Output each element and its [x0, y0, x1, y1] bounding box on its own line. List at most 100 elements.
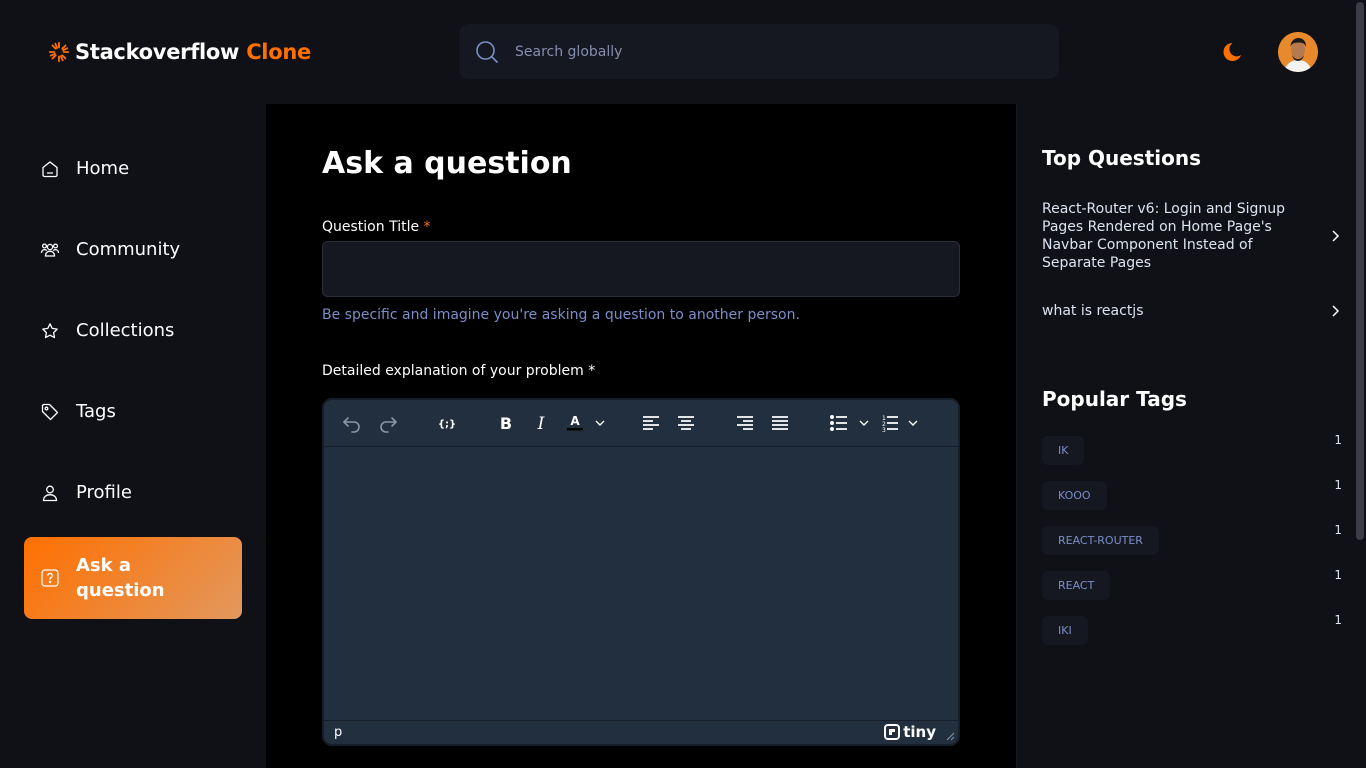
tag-icon	[41, 403, 59, 420]
bullet-list-icon	[830, 415, 869, 431]
text-color-button[interactable]: A	[565, 412, 607, 434]
tag-badge[interactable]: REACT-ROUTER	[1042, 526, 1159, 555]
main-content: Ask a question Question Title * Be speci…	[266, 104, 1016, 768]
left-sidebar: Home Community Collections Tags Profile …	[0, 104, 266, 768]
logo-icon	[48, 41, 70, 63]
editor-element-path[interactable]: p	[334, 725, 342, 740]
italic-button[interactable]: I	[530, 412, 552, 434]
align-left-button[interactable]	[640, 412, 662, 434]
svg-text:B: B	[500, 414, 512, 433]
tag-badge[interactable]: IK	[1042, 436, 1085, 465]
top-navbar: Stackoverflow Clone	[0, 0, 1354, 104]
theme-toggle[interactable]	[1220, 40, 1244, 64]
code-sample-icon: {;}	[438, 419, 456, 430]
undo-icon	[343, 417, 360, 433]
star-icon	[42, 322, 58, 338]
tag-count: 1	[1334, 613, 1342, 627]
tag-badge[interactable]: IKI	[1042, 616, 1088, 645]
rich-text-editor: {;} B I A 1 2 3 p tiny	[322, 398, 960, 746]
question-title-label: Question Title *	[322, 219, 1016, 235]
top-question-text: React-Router v6: Login and Signup Pages …	[1042, 201, 1286, 271]
sidebar-item-label: Tags	[76, 401, 116, 422]
home-icon	[42, 160, 58, 177]
editor-statusbar: p tiny	[324, 720, 958, 744]
bold-icon: B	[500, 414, 512, 433]
page-scrollbar[interactable]	[1354, 0, 1366, 768]
top-question-item[interactable]: React-Router v6: Login and Signup Pages …	[1042, 200, 1342, 272]
svg-text:I: I	[537, 414, 545, 434]
sidebar-item-tags[interactable]: Tags	[24, 371, 242, 452]
svg-text:3: 3	[882, 427, 886, 434]
required-mark: *	[423, 219, 431, 235]
sidebar-item-community[interactable]: Community	[24, 209, 242, 290]
logo[interactable]: Stackoverflow Clone	[48, 40, 311, 64]
sidebar-item-collections[interactable]: Collections	[24, 290, 242, 371]
tiny-branding[interactable]: tiny	[884, 723, 936, 741]
tag-row: IKI 1	[1042, 600, 1342, 645]
users-icon	[40, 242, 60, 257]
resize-handle-icon[interactable]	[946, 732, 955, 741]
sidebar-item-label: Profile	[76, 482, 132, 503]
editor-content-area[interactable]	[324, 447, 958, 721]
tiny-brand-text: tiny	[903, 723, 936, 741]
user-avatar[interactable]	[1278, 32, 1318, 72]
bullet-list-button[interactable]	[828, 412, 870, 434]
sidebar-item-profile[interactable]: Profile	[24, 452, 242, 533]
align-justify-icon	[772, 416, 788, 430]
tag-count: 1	[1334, 568, 1342, 582]
sidebar-item-label: Community	[76, 239, 181, 260]
popular-tags-list: IK 1 KOOO 1 REACT-ROUTER 1 REACT 1 IKI 1	[1042, 420, 1354, 645]
align-right-icon	[737, 416, 753, 430]
align-left-icon	[643, 416, 659, 430]
tag-row: REACT-ROUTER 1	[1042, 510, 1342, 555]
explanation-label: Detailed explanation of your problem *	[322, 363, 1016, 379]
scrollbar-thumb[interactable]	[1356, 2, 1364, 540]
svg-text:A: A	[570, 414, 580, 428]
tag-count: 1	[1334, 478, 1342, 492]
redo-button[interactable]	[377, 412, 399, 434]
question-title-hint: Be specific and imagine you're asking a …	[322, 307, 800, 323]
align-center-icon	[678, 416, 694, 430]
align-right-button[interactable]	[734, 412, 756, 434]
numbered-list-button[interactable]: 123	[879, 412, 921, 434]
global-search[interactable]	[459, 24, 1059, 79]
search-icon	[476, 40, 498, 63]
tag-row: IK 1	[1042, 420, 1342, 465]
code-sample-button[interactable]: {;}	[436, 412, 458, 434]
undo-button[interactable]	[341, 412, 363, 434]
question-title-label-text: Question Title	[322, 219, 420, 235]
tag-count: 1	[1334, 523, 1342, 537]
question-icon	[41, 569, 59, 587]
search-input[interactable]	[515, 43, 1015, 60]
align-justify-button[interactable]	[769, 412, 791, 434]
numbered-list-icon: 123	[882, 415, 918, 434]
tag-badge[interactable]: REACT	[1042, 571, 1111, 600]
tag-badge[interactable]: KOOO	[1042, 481, 1107, 510]
text-color-icon: A	[567, 414, 605, 431]
top-question-item[interactable]: what is reactjs	[1042, 302, 1342, 320]
tag-row: KOOO 1	[1042, 465, 1342, 510]
tiny-logo-icon	[884, 724, 901, 740]
required-mark: *	[588, 363, 596, 379]
tag-row: REACT 1	[1042, 555, 1342, 600]
sidebar-item-ask-question[interactable]: Ask a question	[24, 537, 242, 619]
user-icon	[42, 485, 58, 501]
sidebar-item-label: Home	[76, 158, 130, 179]
sidebar-item-home[interactable]: Home	[24, 128, 242, 209]
moon-icon	[1223, 43, 1241, 61]
bold-button[interactable]: B	[495, 412, 517, 434]
question-title-input[interactable]	[322, 241, 960, 297]
sidebar-item-label: Collections	[76, 320, 175, 341]
svg-text:{;}: {;}	[438, 419, 456, 430]
italic-icon: I	[537, 414, 545, 434]
top-question-text: what is reactjs	[1042, 303, 1144, 319]
align-center-button[interactable]	[675, 412, 697, 434]
explanation-label-text: Detailed explanation of your problem	[322, 363, 584, 379]
chevron-right-icon	[1332, 305, 1340, 317]
redo-icon	[380, 417, 397, 433]
right-sidebar: Top Questions React-Router v6: Login and…	[1016, 104, 1354, 768]
logo-main-text: Stackoverflow	[75, 40, 240, 64]
logo-text: Stackoverflow Clone	[75, 40, 311, 64]
sidebar-item-label: Ask a question	[76, 555, 165, 601]
popular-tags-title: Popular Tags	[1042, 387, 1187, 411]
